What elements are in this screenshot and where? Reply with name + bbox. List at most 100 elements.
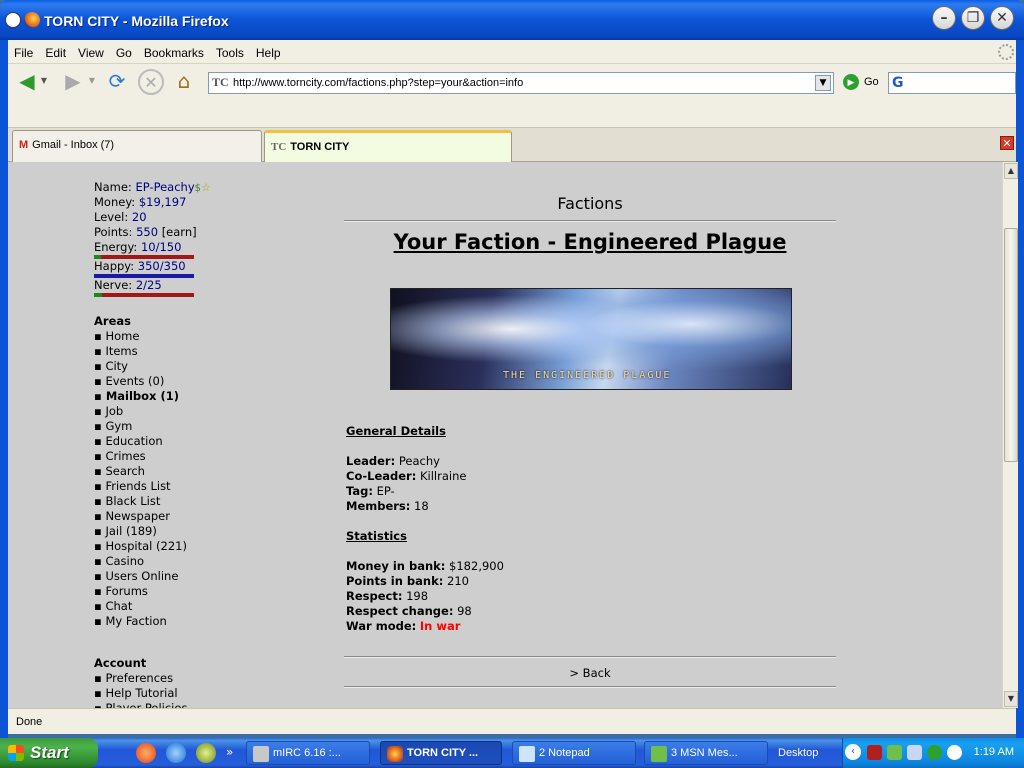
url-text[interactable]: http://www.torncity.com/factions.php?ste… (233, 77, 523, 89)
bullet-icon: ▪ (94, 464, 106, 478)
close-button[interactable]: ✕ (990, 6, 1014, 30)
window-titlebar[interactable]: TORN CITY - Mozilla Firefox – ❐ ✕ (0, 0, 1024, 40)
taskbar-button-mirc[interactable]: mIRC 6.16 :... (246, 741, 370, 765)
scroll-down-icon[interactable]: ▼ (1004, 691, 1018, 707)
sidebar-item-job[interactable]: ▪ Job (94, 404, 314, 419)
bullet-icon: ▪ (94, 524, 106, 538)
sidebar-item-events-0[interactable]: ▪ Events (0) (94, 374, 314, 389)
scroll-up-icon[interactable]: ▲ (1004, 163, 1018, 179)
start-button[interactable]: Start (0, 738, 98, 768)
sidebar-item-home[interactable]: ▪ Home (94, 329, 314, 344)
forward-dropdown-icon[interactable]: ▼ (86, 69, 98, 95)
sidebar-item-newspaper[interactable]: ▪ Newspaper (94, 509, 314, 524)
sidebar-item-gym[interactable]: ▪ Gym (94, 419, 314, 434)
mail-quicklaunch-icon[interactable] (136, 743, 156, 763)
sidebar-item-black-list[interactable]: ▪ Black List (94, 494, 314, 509)
player-name-link[interactable]: EP-Peachy (135, 180, 194, 194)
account-item-help-tutorial[interactable]: ▪ Help Tutorial (94, 686, 314, 701)
taskbar-button-notepad[interactable]: 2 Notepad (512, 741, 636, 765)
back-arrow-icon[interactable]: ◀ (14, 69, 40, 95)
desktop-toolbar[interactable]: Desktop (778, 747, 818, 759)
link-label: Preferences (105, 671, 174, 685)
sidebar-item-users-online[interactable]: ▪ Users Online (94, 569, 314, 584)
window-title: TORN CITY - Mozilla Firefox (44, 13, 229, 29)
tab-gmail[interactable]: M Gmail - Inbox (7) (12, 130, 262, 162)
close-tab-icon[interactable]: ✕ (1000, 136, 1014, 150)
bank-points-row: Points in bank: 210 (346, 574, 469, 588)
bullet-icon: ▪ (94, 329, 106, 343)
sidebar-item-mailbox-1[interactable]: ▪ Mailbox (1) (94, 389, 314, 404)
bullet-icon: ▪ (94, 539, 106, 553)
link-label: Player Policies (105, 701, 188, 708)
bullet-icon: ▪ (94, 434, 106, 448)
sidebar: Name: EP-Peachy$☆ Money: $19,197 Level: … (94, 180, 314, 708)
restore-button[interactable]: ❐ (961, 6, 985, 30)
war-status: In war (419, 619, 461, 633)
tray-msn-icon[interactable] (887, 745, 902, 760)
tray-expand-icon[interactable]: ‹ (845, 744, 861, 760)
vertical-scrollbar[interactable]: ▲ ▼ (1002, 162, 1018, 708)
forward-arrow-icon[interactable]: ▶ (60, 69, 86, 95)
menu-file[interactable]: File (8, 40, 39, 60)
app-quicklaunch-icon[interactable] (196, 743, 216, 763)
menu-tools[interactable]: Tools (210, 40, 250, 60)
back-dropdown-icon[interactable]: ▼ (38, 69, 50, 95)
sidebar-item-forums[interactable]: ▪ Forums (94, 584, 314, 599)
sidebar-item-crimes[interactable]: ▪ Crimes (94, 449, 314, 464)
taskbar: Start » mIRC 6.16 :... TORN CITY ... 2 N… (0, 738, 1024, 768)
firefox-icon (24, 12, 40, 28)
url-dropdown-icon[interactable]: ▼ (815, 75, 831, 91)
divider (344, 686, 836, 688)
general-details-heading: General Details (346, 424, 446, 438)
account-item-preferences[interactable]: ▪ Preferences (94, 671, 314, 686)
stop-icon[interactable]: ✕ (138, 69, 164, 95)
search-box[interactable]: G (888, 72, 1016, 94)
taskbar-button-torn-city[interactable]: TORN CITY ... (380, 741, 502, 765)
menu-go[interactable]: Go (110, 40, 138, 60)
sidebar-item-jail-189[interactable]: ▪ Jail (189) (94, 524, 314, 539)
menu-edit[interactable]: Edit (39, 40, 72, 60)
sidebar-item-education[interactable]: ▪ Education (94, 434, 314, 449)
taskbar-button-msn[interactable]: 3 MSN Mes... (644, 741, 768, 765)
sidebar-item-search[interactable]: ▪ Search (94, 464, 314, 479)
menu-bookmarks[interactable]: Bookmarks (138, 40, 210, 60)
tray-app-icon[interactable] (867, 745, 882, 760)
quicklaunch-expand-icon[interactable]: » (226, 745, 233, 759)
system-menu-icon[interactable] (5, 12, 21, 28)
tray-globe-icon[interactable] (927, 745, 942, 760)
url-bar[interactable]: TC http://www.torncity.com/factions.php?… (208, 72, 834, 94)
account-item-player-policies[interactable]: ▪ Player Policies (94, 701, 314, 708)
reload-icon[interactable]: ⟳ (104, 69, 130, 95)
home-icon[interactable]: ⌂ (171, 69, 197, 95)
sidebar-item-friends-list[interactable]: ▪ Friends List (94, 479, 314, 494)
link-label: Education (105, 434, 163, 448)
sidebar-item-my-faction[interactable]: ▪ My Faction (94, 614, 314, 629)
ie-quicklaunch-icon[interactable] (166, 743, 186, 763)
tray-network-icon[interactable] (907, 745, 922, 760)
player-nerve: Nerve: 2/25 (94, 278, 162, 292)
link-label: Hospital (221) (105, 539, 187, 553)
scroll-thumb[interactable] (1004, 228, 1018, 462)
sidebar-item-casino[interactable]: ▪ Casino (94, 554, 314, 569)
player-points: Points: 550 [earn] (94, 225, 197, 239)
menu-view[interactable]: View (72, 40, 110, 60)
go-button[interactable]: ▶ Go (843, 74, 879, 90)
sidebar-item-hospital-221[interactable]: ▪ Hospital (221) (94, 539, 314, 554)
minimize-button[interactable]: – (932, 6, 956, 30)
account-list: ▪ Preferences ▪ Help Tutorial ▪ Player Pol… (94, 671, 314, 708)
link-label: Gym (105, 419, 133, 433)
tab-label: Gmail - Inbox (7) (32, 139, 115, 151)
taskbar-clock[interactable]: 1:19 AM (974, 746, 1014, 758)
back-link[interactable]: > Back (344, 666, 836, 680)
bookmarks-toolbar (8, 100, 1016, 128)
nerve-bar (94, 293, 194, 297)
sidebar-item-chat[interactable]: ▪ Chat (94, 599, 314, 614)
tray-clock-icon[interactable] (947, 745, 962, 760)
sidebar-item-items[interactable]: ▪ Items (94, 344, 314, 359)
google-search-icon[interactable]: G (892, 75, 904, 91)
sidebar-item-city[interactable]: ▪ City (94, 359, 314, 374)
link-label: Friends List (105, 479, 171, 493)
menu-help[interactable]: Help (250, 40, 287, 60)
earn-link[interactable]: [earn] (162, 225, 197, 239)
tab-torn-city[interactable]: TC TORN CITY (264, 130, 512, 162)
